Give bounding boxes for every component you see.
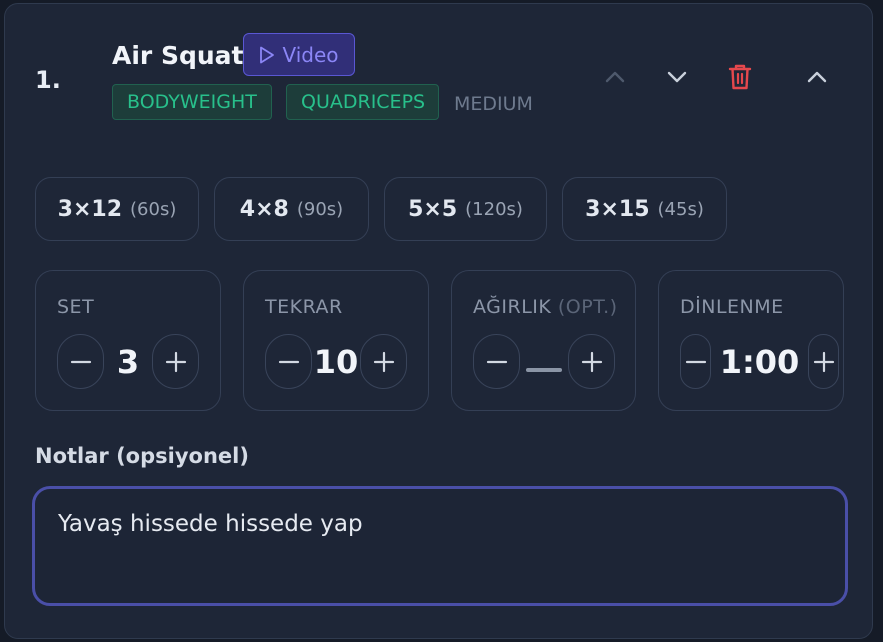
weight-label-text: AĞIRLIK: [473, 296, 552, 318]
plus-icon: [373, 351, 394, 372]
preset-sets: 5×5: [408, 196, 458, 222]
preset-sets: 3×15: [585, 196, 650, 222]
weight-decrement-button[interactable]: [473, 334, 520, 389]
rest-label: DİNLENME: [680, 296, 784, 318]
weight-label: AĞIRLIK (OPT.): [473, 296, 618, 318]
reps-value: 10: [313, 343, 359, 381]
rest-increment-button[interactable]: [808, 334, 839, 389]
set-stepper: SET 3: [35, 270, 221, 411]
preset-4x8-button[interactable]: 4×8 (90s): [214, 177, 369, 241]
plus-icon: [813, 351, 834, 372]
rest-stepper: DİNLENME 1:00: [658, 270, 844, 411]
exercise-index: 1.: [35, 66, 61, 94]
rest-value: 1:00: [719, 343, 800, 381]
reps-stepper: TEKRAR 10: [243, 270, 429, 411]
chevron-up-icon: [807, 71, 827, 83]
plus-icon: [165, 351, 186, 372]
play-icon: [259, 46, 275, 64]
move-up-button[interactable]: [600, 62, 630, 92]
rest-decrement-button[interactable]: [680, 334, 711, 389]
set-value: 3: [116, 343, 140, 381]
preset-sets: 3×12: [57, 196, 123, 222]
minus-icon: [70, 360, 91, 363]
delete-button[interactable]: [725, 62, 755, 92]
preset-3x12-button[interactable]: 3×12 (60s): [35, 177, 199, 241]
preset-3x15-button[interactable]: 3×15 (45s): [562, 177, 727, 241]
preset-sets: 4×8: [239, 196, 289, 222]
tag-equipment: BODYWEIGHT: [112, 84, 272, 120]
minus-icon: [685, 360, 706, 363]
move-down-button[interactable]: [662, 62, 692, 92]
preset-rest: (90s): [296, 198, 344, 220]
plus-icon: [581, 351, 602, 372]
set-decrement-button[interactable]: [57, 334, 104, 389]
chevron-down-icon: [667, 71, 687, 83]
video-button[interactable]: Video: [243, 33, 355, 76]
preset-rest: (120s): [465, 198, 523, 220]
preset-rest: (45s): [657, 198, 704, 220]
minus-icon: [486, 360, 507, 363]
trash-icon: [728, 64, 752, 90]
notes-label: Notlar (opsiyonel): [35, 444, 249, 468]
exercise-name: Air Squat: [112, 41, 244, 70]
reps-decrement-button[interactable]: [265, 334, 312, 389]
exercise-card: 1. Air Squat Video BODYWEIGHT QUADRICEPS…: [4, 3, 873, 639]
set-increment-button[interactable]: [152, 334, 199, 389]
weight-empty-value: [526, 368, 562, 372]
weight-increment-button[interactable]: [568, 334, 615, 389]
difficulty-label: MEDIUM: [454, 93, 533, 115]
weight-stepper: AĞIRLIK (OPT.): [451, 270, 636, 411]
reps-increment-button[interactable]: [360, 334, 407, 389]
video-button-label: Video: [282, 42, 339, 67]
minus-icon: [278, 360, 299, 363]
reps-label: TEKRAR: [265, 296, 343, 318]
chevron-up-icon: [605, 71, 625, 83]
weight-optional-hint: (OPT.): [557, 296, 618, 318]
preset-5x5-button[interactable]: 5×5 (120s): [384, 177, 547, 241]
set-label: SET: [57, 296, 95, 318]
collapse-button[interactable]: [802, 62, 832, 92]
tag-muscle: QUADRICEPS: [286, 84, 439, 120]
notes-textarea[interactable]: Yavaş hissede hissede yap: [32, 486, 848, 606]
preset-rest: (60s): [130, 198, 177, 220]
